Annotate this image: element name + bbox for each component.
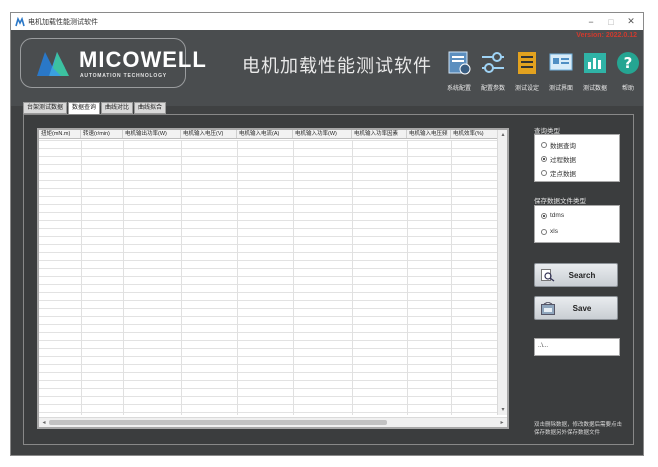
column-header[interactable]: 电机输入电流(A) [237,130,293,138]
column-header[interactable]: 电机输入电压(V) [181,130,237,138]
radio-label: 过程数据 [550,157,576,164]
column-header[interactable]: 电机效率(%) [451,130,499,138]
toolbar-label: 测试界面 [548,86,573,92]
radio-label: tdms [550,212,565,219]
radio-label: 定点数据 [550,171,576,178]
query-type-group: 数据查询 过程数据 定点数据 [534,134,620,182]
column-divider [293,140,294,415]
table-header: 扭矩(mN.m) 转速(r/min) 电机输出功率(W) 电机输入电压(V) 电… [39,130,499,139]
radio-button[interactable] [541,156,547,162]
radio-label: 数据查询 [550,143,576,150]
data-table[interactable]: 扭矩(mN.m) 转速(r/min) 电机输出功率(W) 电机输入电压(V) 电… [37,128,509,429]
query-panel: 扭矩(mN.m) 转速(r/min) 电机输出功率(W) 电机输入电压(V) 电… [23,114,634,445]
tab-curve-fit[interactable]: 曲线拟合 [134,102,167,114]
radio-button[interactable] [541,212,547,219]
toolbar-label: 配置参数 [480,86,505,92]
scroll-right-arrow-icon[interactable]: ▸ [497,418,507,428]
scroll-left-arrow-icon[interactable]: ◂ [39,418,49,428]
logo-name: MICOWELL [79,47,207,72]
app-header: Version: 2022.0.12 MICOWELL AUTOMATION T… [11,30,643,106]
scroll-down-arrow-icon[interactable]: ▾ [498,405,508,415]
column-divider [123,140,124,415]
logo-subtitle: AUTOMATION TECHNOLOGY [80,73,167,79]
system-config-icon [448,51,471,75]
scrollbar-thumb[interactable] [49,420,387,425]
horizontal-scrollbar[interactable]: ◂ ▸ [39,417,507,427]
svg-text:?: ? [624,54,633,72]
column-header[interactable]: 电机输出功率(W) [123,130,181,138]
radio-xls[interactable]: xls [541,228,558,235]
micowell-logo-icon [37,52,69,76]
tab-bench-test-data[interactable]: 台架测试数据 [23,102,68,114]
toolbar-help[interactable]: ? 帮助 [611,50,645,92]
radio-button[interactable] [541,228,547,235]
table-body[interactable] [39,140,499,415]
radio-fixed-point-data[interactable]: 定点数据 [541,168,576,178]
hint-text: 双击删除数据，修改数据后需要点击保存数据另外保存数据文件 [534,422,623,436]
scroll-up-arrow-icon[interactable]: ▴ [498,130,508,140]
toolbar-system-config[interactable]: 系统配置 [442,50,476,92]
config-params-icon [482,52,504,73]
toolbar-config-params[interactable]: 配置参数 [476,50,510,92]
radio-data-query[interactable]: 数据查询 [541,140,576,150]
radio-label: xls [550,228,558,235]
radio-button[interactable] [541,170,547,176]
column-divider [237,140,238,415]
column-divider [352,140,353,415]
column-divider [407,140,408,415]
close-button[interactable]: ✕ [621,13,641,30]
column-header[interactable]: 转速(r/min) [81,130,123,138]
test-interface-icon [549,53,573,71]
column-header[interactable]: 电机输入功率(W) [293,130,352,138]
radio-button[interactable] [541,142,547,148]
column-divider [451,140,452,415]
help-icon: ? [617,52,639,74]
toolbar-label: 系统配置 [446,86,471,92]
toolbar-test-data[interactable]: 测试数据 [578,50,612,92]
save-path-field[interactable]: ..\... [534,338,620,356]
column-divider [181,140,182,415]
search-button[interactable]: Search [534,263,618,287]
toolbar-test-settings[interactable]: 测试设定 [510,50,544,92]
toolbar-test-interface[interactable]: 测试界面 [544,50,578,92]
file-type-label: 保存数据文件类型 [534,198,586,205]
vertical-scrollbar[interactable]: ▴ ▾ [497,130,507,415]
column-header[interactable]: 电机输入电压频 [407,130,451,138]
column-header[interactable]: 扭矩(mN.m) [39,130,81,138]
title-bar: 电机加载性能测试软件 − □ ✕ [11,13,643,30]
column-divider [81,140,82,415]
toolbar-label: 测试数据 [582,86,607,92]
tab-bar: 台架测试数据 数据查询 曲线对比 曲线拟合 [23,102,167,115]
brand-logo: MICOWELL AUTOMATION TECHNOLOGY [20,38,206,88]
search-icon [541,269,555,282]
app-logo-icon [15,16,25,26]
toolbar-label: 帮助 [621,86,634,92]
radio-process-data[interactable]: 过程数据 [541,154,576,164]
radio-tdms[interactable]: tdms [541,212,564,219]
app-title: 电机加载性能测试软件 [242,56,432,77]
test-data-icon [584,53,606,73]
maximize-button[interactable]: □ [601,13,621,30]
main-window: 电机加载性能测试软件 − □ ✕ Version: 2022.0.12 MICO… [10,12,644,456]
test-settings-icon [518,52,536,74]
save-button[interactable]: Save [534,296,618,320]
save-icon [541,302,555,315]
window-title: 电机加载性能测试软件 [28,18,98,26]
column-header[interactable]: 电机输入功率因素 [352,130,407,138]
version-label: Version: 2022.0.12 [576,32,637,39]
tab-curve-compare[interactable]: 曲线对比 [101,102,134,114]
file-type-group: tdms xls [534,205,620,243]
toolbar-label: 测试设定 [514,86,539,92]
minimize-button[interactable]: − [581,13,601,30]
